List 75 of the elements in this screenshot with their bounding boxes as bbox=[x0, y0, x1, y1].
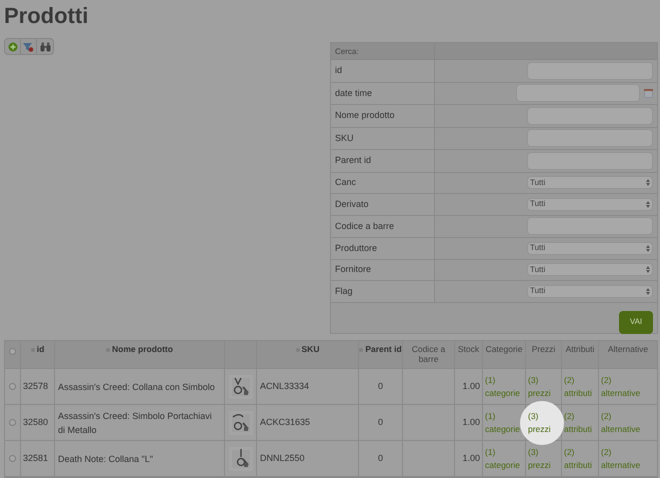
updown-icon bbox=[646, 200, 650, 208]
table-cell-text: ACKC31635 bbox=[260, 416, 310, 429]
table-cell-text: Assassin's Creed: Simbolo Portachiavi di Metallo bbox=[58, 410, 213, 436]
table-cell-text: 32580 bbox=[23, 416, 48, 429]
table-cell-text: 32581 bbox=[23, 452, 48, 465]
select-field[interactable]: Tutti bbox=[527, 263, 653, 276]
table-cell-text: DNNL2550 bbox=[260, 452, 305, 465]
column-header[interactable]: Parent id bbox=[365, 344, 402, 354]
select-field[interactable]: Tutti bbox=[527, 242, 653, 255]
field-label: Flag bbox=[335, 284, 353, 298]
link[interactable]: (3) prezzi bbox=[528, 374, 551, 400]
checkbox[interactable] bbox=[9, 455, 16, 462]
column-header[interactable]: id bbox=[36, 344, 44, 354]
link[interactable]: (1) categorie bbox=[485, 374, 520, 400]
column-header[interactable]: Nome prodotto bbox=[112, 344, 173, 354]
table-cell-text: 0 bbox=[378, 416, 383, 429]
table-cell-text: Death Note: Collana "L" bbox=[58, 452, 153, 466]
table-cell-text: 1.00 bbox=[462, 416, 480, 429]
column-header[interactable]: SKU bbox=[302, 344, 320, 354]
add-icon[interactable] bbox=[8, 42, 18, 52]
field-label: Produttore bbox=[335, 242, 378, 254]
field-label: SKU bbox=[335, 132, 354, 144]
panel-header: Cerca: bbox=[331, 43, 435, 59]
link[interactable]: (2) attributi bbox=[564, 374, 592, 400]
updown-icon bbox=[646, 244, 650, 252]
select-field[interactable]: Tutti bbox=[527, 198, 653, 211]
checkbox[interactable] bbox=[9, 419, 16, 426]
select-field[interactable]: Tutti bbox=[527, 284, 653, 298]
table-cell-text: 0 bbox=[378, 452, 383, 465]
field-label: id bbox=[335, 64, 342, 77]
column-header: Alternative bbox=[608, 344, 648, 354]
link[interactable]: (2) alternative bbox=[601, 446, 640, 472]
column-header: Stock bbox=[458, 344, 480, 354]
field-label: date time bbox=[335, 86, 372, 100]
field-label: Canc bbox=[335, 176, 356, 189]
column-header: Categorie bbox=[486, 344, 522, 354]
column-header: Codice a barre bbox=[410, 344, 446, 364]
page-title: Prodotti bbox=[4, 2, 88, 30]
field-label: Parent id bbox=[335, 154, 372, 167]
text-field[interactable] bbox=[527, 62, 653, 80]
field-label: Derivato bbox=[335, 198, 369, 210]
submit-button[interactable]: VAI bbox=[619, 310, 653, 334]
updown-icon bbox=[646, 288, 650, 295]
text-field[interactable] bbox=[527, 217, 653, 236]
link[interactable]: (1) categorie bbox=[485, 446, 520, 472]
updown-icon bbox=[646, 266, 650, 274]
filter-icon[interactable] bbox=[23, 42, 34, 52]
link[interactable]: (3) prezzi bbox=[528, 446, 551, 472]
select-field[interactable]: Tutti bbox=[527, 176, 653, 190]
link[interactable]: (2) attributi bbox=[564, 446, 592, 472]
checkbox[interactable] bbox=[9, 348, 16, 355]
column-header: Attributi bbox=[566, 344, 594, 354]
calendar-icon[interactable] bbox=[644, 88, 653, 98]
text-field[interactable] bbox=[527, 106, 653, 125]
table-cell-text: 1.00 bbox=[462, 380, 480, 393]
table-cell-text: ACNL33334 bbox=[260, 380, 310, 393]
table-cell-text: Assassin's Creed: Collana con Simbolo bbox=[58, 380, 215, 394]
link[interactable]: (1) categorie bbox=[485, 410, 520, 436]
link[interactable]: (2) alternative bbox=[601, 410, 640, 436]
field-label: Nome prodotto bbox=[335, 109, 395, 122]
field-label: Fornitore bbox=[335, 263, 372, 276]
text-field[interactable] bbox=[527, 129, 653, 148]
field-label: Codice a barre bbox=[335, 220, 394, 232]
column-header: Prezzi bbox=[532, 344, 556, 354]
toolbar-button[interactable] bbox=[21, 39, 37, 54]
table-cell-text: 32578 bbox=[23, 380, 48, 393]
text-field[interactable] bbox=[527, 152, 653, 170]
table-cell-text: 0 bbox=[378, 380, 383, 393]
table-cell-text: 1.00 bbox=[462, 452, 480, 465]
checkbox[interactable] bbox=[9, 383, 16, 390]
date-field[interactable] bbox=[516, 84, 640, 102]
link[interactable]: (2) attributi bbox=[564, 410, 592, 436]
link[interactable]: (3) prezzi bbox=[528, 410, 551, 436]
updown-icon bbox=[646, 179, 650, 186]
link[interactable]: (2) alternative bbox=[601, 374, 640, 400]
